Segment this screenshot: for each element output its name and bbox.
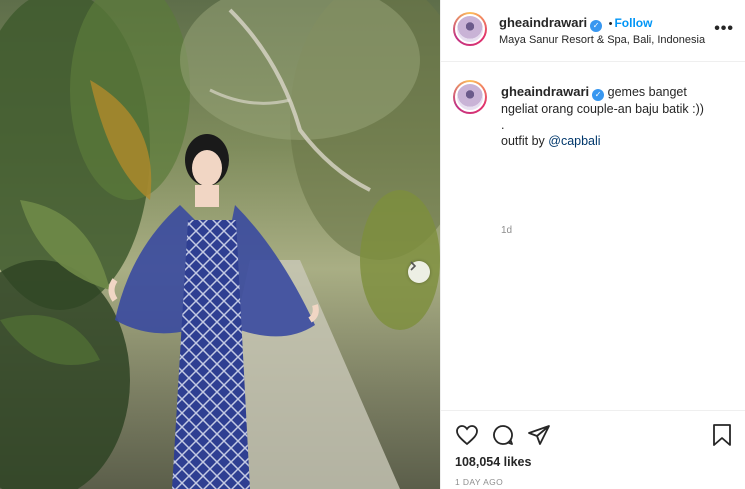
- caption-username[interactable]: gheaindrawari: [501, 84, 589, 99]
- verified-icon: ✓: [590, 20, 603, 32]
- next-photo-button[interactable]: [408, 261, 430, 283]
- caption-avatar[interactable]: [453, 80, 487, 114]
- caption-time-ago: 1d: [501, 225, 513, 236]
- post-date: 1 DAY AGO: [455, 477, 504, 487]
- post-panel: gheaindrawari ✓ • Follow Maya Sanur Resort…: [440, 0, 745, 489]
- caption-line2: ngeliat orang couple-an baju batik :)): [501, 102, 704, 116]
- share-icon[interactable]: [527, 423, 551, 447]
- comment-icon[interactable]: [491, 423, 515, 447]
- header-line: gheaindrawari ✓ • Follow: [499, 14, 652, 32]
- caption-line3: .: [501, 118, 505, 132]
- bookmark-icon[interactable]: [711, 423, 733, 447]
- actions-bar: 108,054 likes 1 DAY AGO: [441, 410, 745, 489]
- more-icon[interactable]: •••: [714, 20, 734, 38]
- avatar[interactable]: [453, 12, 487, 46]
- chevron-right-icon: [410, 261, 417, 271]
- heart-icon[interactable]: [455, 423, 479, 447]
- caption-line4-prefix: outfit by: [501, 134, 549, 148]
- caption-text: gheaindrawari ✓ gemes banget ngeliat oran…: [501, 84, 731, 149]
- follow-button[interactable]: Follow: [614, 16, 652, 30]
- caption-section: gheaindrawari ✓ gemes banget ngeliat oran…: [441, 62, 745, 236]
- mention-link[interactable]: @capbali: [548, 134, 600, 148]
- header-username[interactable]: gheaindrawari: [499, 15, 587, 30]
- photo-illustration: [0, 0, 440, 489]
- separator: •: [608, 18, 613, 30]
- post-header: gheaindrawari ✓ • Follow Maya Sanur Resort…: [441, 0, 745, 62]
- location-link[interactable]: Maya Sanur Resort & Spa, Bali, Indonesia: [499, 34, 705, 46]
- likes-count[interactable]: 108,054 likes: [455, 455, 531, 469]
- verified-icon: ✓: [592, 89, 605, 101]
- caption-line1: gemes banget: [607, 85, 687, 99]
- post-photo[interactable]: [0, 0, 440, 489]
